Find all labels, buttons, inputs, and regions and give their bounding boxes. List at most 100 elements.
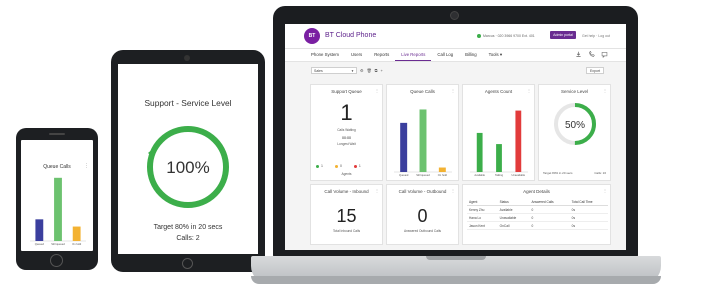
status-dot-icon (316, 164, 319, 168)
copy-icon[interactable]: ⧉ (375, 68, 378, 73)
calls-waiting-caption: Calls Waiting (337, 128, 356, 132)
download-icon[interactable] (575, 51, 582, 58)
more-menu-icon[interactable]: ⋮ (603, 188, 607, 193)
chart-tick-label: Unavailable (512, 173, 526, 177)
longest-wait-value: 00:00 (342, 136, 351, 140)
tab-live-reports[interactable]: Live Reports (395, 49, 432, 61)
more-menu-icon[interactable]: ⋮ (451, 88, 455, 93)
agent-status: Unavailable (497, 213, 530, 222)
app-header: BT BT Cloud Phone Marcus · 020 3966 9700… (285, 24, 626, 49)
laptop-base-edge (251, 276, 661, 284)
phone-queue-calls-chart: Queued Still queued On hold (30, 177, 86, 246)
laptop-display: BT BT Cloud Phone Marcus · 020 3966 9700… (273, 6, 638, 257)
agents-caption: Agents (341, 172, 352, 176)
more-menu-icon[interactable]: ⋮ (375, 88, 379, 93)
user-status[interactable]: Marcus · 020 3966 9700 Ext. 401 (477, 34, 535, 38)
longest-wait-caption: Longest Wait (337, 142, 356, 146)
more-menu-icon[interactable]: ⋮ (527, 88, 531, 93)
laptop-webcam (450, 11, 459, 20)
service-level-title: Support - Service Level (144, 98, 232, 108)
agent-name: Kenny Zhu (467, 205, 498, 214)
view-select[interactable]: Sales ▼ (311, 67, 357, 74)
nav-icon-group (575, 51, 608, 58)
card-title: Agents Count (484, 89, 513, 94)
nav-tabs: Phone System Users Reports Live Reports … (305, 49, 508, 61)
export-button[interactable]: Export (586, 67, 604, 74)
chart-bar[interactable] (476, 132, 483, 172)
service-level-target: Target 80% in 20 secs (543, 171, 573, 175)
status-dot-icon (334, 164, 338, 168)
admin-portal-button[interactable]: Admin portal (550, 31, 576, 39)
total-call-time: 0s (569, 221, 608, 230)
home-button[interactable] (182, 258, 193, 269)
tab-billing[interactable]: Billing (459, 49, 482, 61)
inbound-calls-caption: Total Inbound Calls (332, 229, 361, 233)
chart-bar[interactable] (515, 110, 522, 172)
agent-details-table: Agent Status Answered Calls Total Call T… (467, 198, 608, 230)
tab-reports[interactable]: Reports (368, 49, 395, 61)
answered-calls: 0 (529, 213, 570, 222)
column-header[interactable]: Agent (467, 198, 498, 206)
more-menu-icon[interactable]: ⋮ (375, 188, 379, 193)
service-level-gauge: 50% (554, 103, 596, 145)
service-level-percent: 50% (565, 120, 585, 131)
agent-status-unavailable: 1 (353, 164, 361, 168)
queue-calls-chart: Queued Still queued On hold (394, 109, 452, 177)
card-title: Agent Details (523, 189, 550, 194)
agent-name: Hana Lo (467, 213, 498, 222)
outbound-volume-card: Call Volume - Outbound ⋮ 0 Answered Outb… (386, 184, 459, 245)
chart-bar[interactable] (35, 219, 44, 241)
trackpad-notch (426, 256, 486, 260)
tablet-screen: Support - Service Level 100% Target 80% … (118, 64, 258, 254)
chart-bar[interactable] (400, 122, 408, 172)
table-row[interactable]: Kenny Zhu Available 0 0s (467, 205, 608, 214)
table-row[interactable]: Jason Kent OnCall 0 0s (467, 221, 608, 230)
service-level-footer: Target 80% in 20 secs Calls: 16 (543, 171, 606, 175)
chart-tick-label: Queued (35, 242, 45, 246)
more-menu-icon[interactable]: ⋮ (84, 163, 89, 169)
column-header[interactable]: Status (497, 198, 530, 206)
chat-icon[interactable] (601, 51, 608, 58)
card-title: Service Level (560, 89, 588, 94)
column-header[interactable]: Total Call Time (569, 198, 608, 206)
more-menu-icon[interactable]: ⋮ (603, 88, 607, 93)
column-header[interactable]: Answered Calls (529, 198, 570, 206)
calls-waiting-value: 1 (340, 100, 353, 125)
chart-bar[interactable] (72, 226, 81, 241)
chart-bar[interactable] (54, 177, 62, 241)
table-header-row: Agent Status Answered Calls Total Call T… (467, 198, 608, 206)
agents-count-chart: Available Talking Unavailable (470, 110, 528, 177)
phone-screen: Queue Calls ⋮ Queued Still queued On hold (21, 140, 93, 251)
agent-name: Jason Kent (467, 221, 498, 230)
tab-phone-system[interactable]: Phone System (305, 49, 345, 61)
tab-tools[interactable]: Tools ▾ (483, 49, 508, 61)
tab-users[interactable]: Users (345, 49, 368, 61)
tab-call-log[interactable]: Call Log (431, 49, 459, 61)
chart-bar[interactable] (419, 109, 427, 172)
agents-count-card: Agents Count ⋮ Available Talking Unavailab… (462, 84, 535, 181)
laptop-base (251, 256, 661, 284)
header-links[interactable]: Get help · Log out (582, 34, 610, 38)
chart-bar[interactable] (496, 144, 502, 172)
service-level-card: Service Level ⋮ 50% Target 80% in 20 sec… (538, 84, 611, 181)
agent-status-counts: 1 0 1 (316, 164, 361, 168)
chart-tick-label: On hold (438, 173, 448, 177)
home-button[interactable] (50, 254, 63, 267)
add-icon[interactable]: + (381, 68, 383, 73)
service-level-ring: 100% (147, 126, 229, 208)
inbound-volume-card: Call Volume - Inbound ⋮ 15 Total Inbound… (310, 184, 383, 245)
answered-calls: 0 (529, 221, 570, 230)
outbound-calls-value: 0 (417, 206, 428, 226)
agent-details-card: Agent Details ⋮ Agent Status Answered Ca… (462, 184, 611, 245)
view-select-value: Sales (314, 69, 323, 73)
service-level-calls: Calls: 2 (176, 235, 200, 242)
delete-icon[interactable]: 🗑 (367, 68, 372, 73)
user-status-text: Marcus · 020 3966 9700 Ext. 401 (483, 34, 535, 38)
phone-icon[interactable] (588, 51, 595, 58)
table-row[interactable]: Hana Lo Unavailable 0 0s (467, 213, 608, 222)
settings-icon[interactable]: ⚙ (360, 68, 364, 73)
chart-bar[interactable] (438, 167, 446, 172)
service-level-percent: 100% (166, 158, 209, 177)
agent-status: OnCall (497, 221, 530, 230)
more-menu-icon[interactable]: ⋮ (451, 188, 455, 193)
